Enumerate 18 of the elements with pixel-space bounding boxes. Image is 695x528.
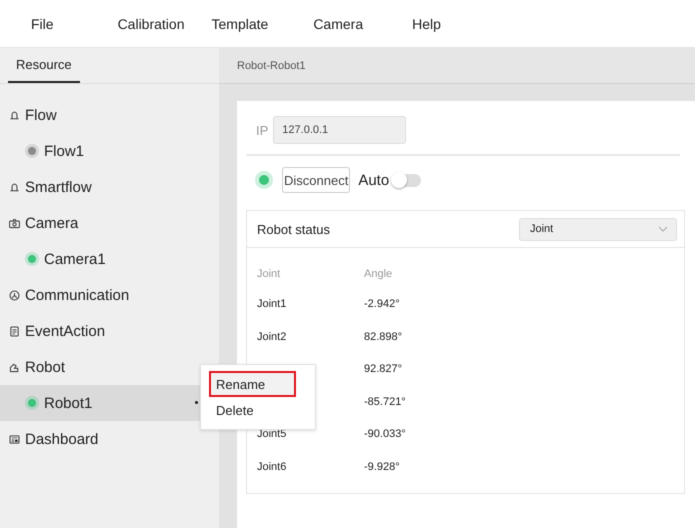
tree-item-label: Flow1 — [44, 142, 84, 160]
angle-value: 92.827° — [364, 363, 402, 376]
breadcrumb: Robot-Robot1 — [219, 48, 695, 84]
angle-value: -90.033° — [364, 428, 406, 440]
joint-name: Joint2 — [257, 330, 286, 343]
joint-name: Joint6 — [257, 460, 286, 473]
angle-value: -9.928° — [364, 460, 400, 473]
angle-value: -85.721° — [364, 396, 406, 408]
auto-label: Auto — [358, 172, 390, 188]
tree-item-label: Camera1 — [44, 250, 106, 268]
joint-name: Joint1 — [257, 298, 286, 310]
panel-title: Robot status — [257, 222, 330, 236]
angle-value: 82.898° — [364, 330, 402, 343]
angle-value: -2.942° — [364, 298, 400, 310]
column-header: Joint — [257, 260, 364, 288]
tree-item-label: Robot1 — [44, 394, 92, 412]
ip-label: IP — [256, 122, 268, 138]
column-header: Angle — [364, 267, 394, 282]
